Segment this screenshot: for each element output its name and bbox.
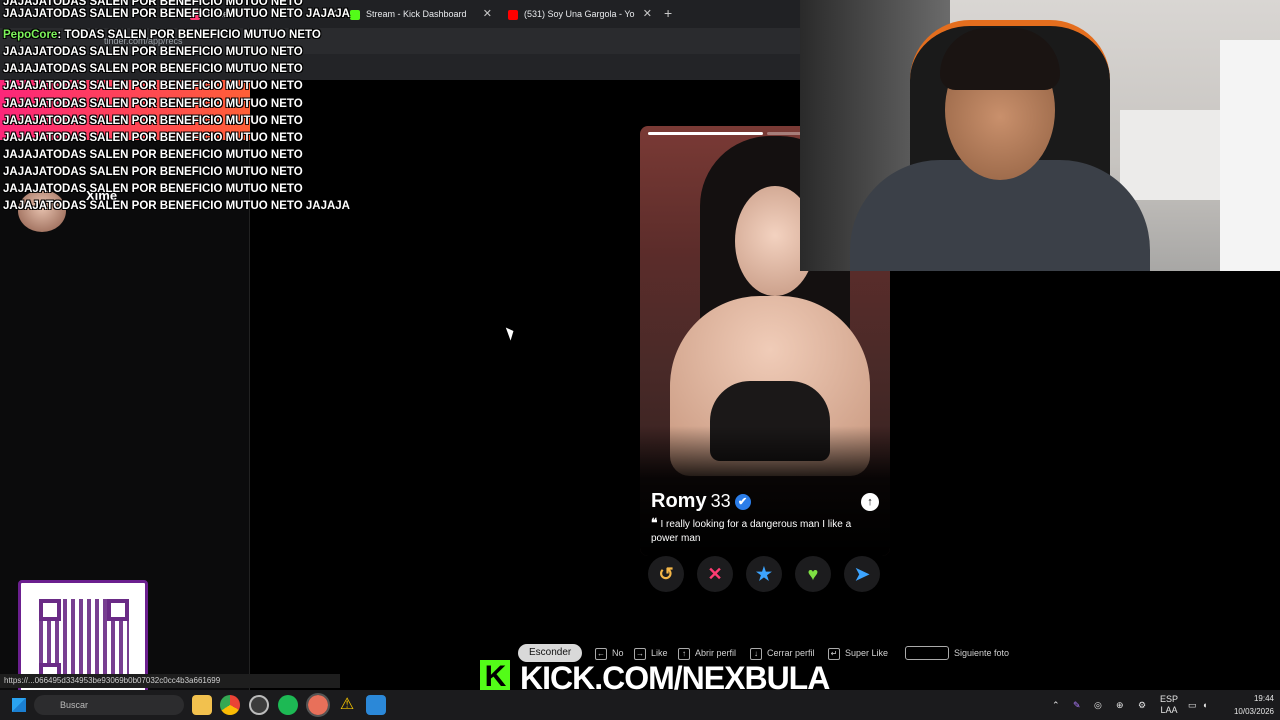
chat-message: JAJAJATODAS SALEN POR BENEFICIO MUTUO NE… bbox=[3, 98, 303, 110]
network-icon[interactable]: ▭ bbox=[1188, 690, 1197, 720]
left-arrow-key-icon: ← bbox=[595, 647, 607, 660]
profile-bio: ❝ I really looking for a dangerous man I … bbox=[651, 516, 852, 544]
kick-favicon-icon bbox=[350, 9, 360, 20]
chat-message: JAJAJATODAS SALEN POR BENEFICIO MUTUO NE… bbox=[3, 63, 303, 75]
shortcut-super-like: ↵ Super Like bbox=[828, 647, 888, 660]
close-tab-icon[interactable]: ✕ bbox=[643, 4, 652, 24]
rewind-icon: ↺ bbox=[658, 564, 674, 584]
spotify-icon[interactable] bbox=[278, 695, 298, 715]
up-arrow-key-icon: ↑ bbox=[678, 647, 690, 660]
taskbar-clock[interactable]: 19:44 10/03/2026 bbox=[1218, 692, 1274, 718]
like-button[interactable]: ♥ bbox=[795, 556, 831, 592]
volume-icon[interactable]: ◖ bbox=[1202, 690, 1207, 720]
app-window-icon[interactable] bbox=[366, 695, 386, 715]
pen-icon[interactable]: ✎ bbox=[1073, 690, 1081, 720]
link-status-bar: https://...066495d334953be93069b0b07032c… bbox=[0, 674, 340, 688]
tray-overflow-icon[interactable]: ⌃ bbox=[1052, 690, 1060, 720]
qr-corner-marker bbox=[39, 599, 61, 621]
send-icon: ➤ bbox=[854, 564, 870, 584]
chat-message: PepoCore: TODAS SALEN POR BENEFICIO MUTU… bbox=[3, 29, 321, 41]
rewind-button[interactable]: ↺ bbox=[648, 556, 684, 592]
screen: Tinder ✕ Stream - Kick Dashboard ✕ (531)… bbox=[0, 0, 1280, 720]
open-profile-info-icon[interactable]: ↑ bbox=[861, 493, 879, 511]
shortcut-next-photo: Siguiente foto bbox=[954, 648, 1010, 658]
shortcut-open-profile: ↑ Abrir perfil bbox=[678, 647, 736, 660]
tray-app-icon[interactable]: ⊕ bbox=[1116, 690, 1124, 720]
language-indicator[interactable]: ESP LAA bbox=[1160, 694, 1178, 716]
close-icon: ✕ bbox=[707, 564, 723, 584]
chat-message: JAJAJATODAS SALEN POR BENEFICIO MUTUO NE… bbox=[3, 183, 303, 195]
space-key-icon bbox=[905, 646, 949, 660]
chat-username: PepoCore bbox=[3, 29, 58, 41]
mouse-cursor-icon bbox=[505, 325, 517, 341]
windows-taskbar: Buscar ⚠ ⌃ ✎ ◎ ⊕ ⚙ ESP LAA ▭ ◖ 19:44 10/… bbox=[0, 690, 1280, 720]
chat-message: JAJAJATODAS SALEN POR BENEFICIO MUTUO NE… bbox=[3, 46, 303, 58]
taskbar-search[interactable]: Buscar bbox=[34, 695, 184, 715]
tab-youtube[interactable]: (531) Soy Una Gargola - Yo ✕ bbox=[508, 4, 652, 24]
tab-label: Stream - Kick Dashboard bbox=[366, 9, 467, 19]
profile-name-row: Romy 33 ✔ bbox=[651, 490, 751, 513]
shortcut-close-profile: ↓ Cerrar perfil bbox=[750, 647, 815, 660]
file-explorer-icon[interactable] bbox=[192, 695, 212, 715]
chat-message: JAJAJATODAS SALEN POR BENEFICIO MUTUO NE… bbox=[3, 149, 303, 161]
down-arrow-key-icon: ↓ bbox=[750, 647, 762, 660]
heart-icon: ♥ bbox=[807, 564, 819, 584]
obs-icon[interactable] bbox=[249, 695, 269, 715]
windows-start-icon[interactable] bbox=[12, 698, 26, 712]
quote-icon: ❝ bbox=[651, 516, 658, 530]
tab-kick-dashboard[interactable]: Stream - Kick Dashboard ✕ bbox=[350, 4, 492, 24]
shortcut-no: ← No bbox=[595, 647, 624, 660]
verified-badge-icon: ✔ bbox=[734, 494, 751, 510]
star-icon: ★ bbox=[755, 564, 773, 584]
tray-app-icon[interactable]: ⚙ bbox=[1138, 690, 1146, 720]
chat-message: JAJAJATODAS SALEN POR BENEFICIO MUTUO NE… bbox=[3, 115, 303, 127]
webcam-shelf bbox=[1220, 40, 1280, 271]
youtube-favicon-icon bbox=[508, 9, 518, 20]
close-tab-icon[interactable]: ✕ bbox=[483, 4, 492, 24]
new-tab-button[interactable]: + bbox=[664, 4, 672, 22]
right-arrow-key-icon: → bbox=[634, 647, 646, 660]
profile-age: 33 bbox=[710, 491, 731, 511]
boost-button[interactable]: ➤ bbox=[844, 556, 880, 592]
chat-message: JAJAJATODAS SALEN POR BENEFICIO MUTUO NE… bbox=[3, 166, 303, 178]
chat-message: JAJAJATODAS SALEN POR BENEFICIO MUTUO NE… bbox=[3, 0, 303, 8]
nope-button[interactable]: ✕ bbox=[697, 556, 733, 592]
warning-icon[interactable]: ⚠ bbox=[337, 695, 357, 715]
chrome-icon[interactable] bbox=[220, 695, 240, 715]
super-like-button[interactable]: ★ bbox=[746, 556, 782, 592]
enter-key-icon: ↵ bbox=[828, 647, 840, 660]
tray-app-icon[interactable]: ◎ bbox=[1094, 690, 1102, 720]
shortcut-like: → Like bbox=[634, 647, 668, 660]
browser-active-icon[interactable] bbox=[306, 693, 330, 717]
chat-message: JAJAJATODAS SALEN POR BENEFICIO MUTUO NE… bbox=[3, 8, 350, 20]
streamer-hair bbox=[940, 28, 1060, 90]
kick-logo-icon: K bbox=[480, 660, 510, 694]
webcam-overlay bbox=[800, 0, 1280, 271]
chat-message: JAJAJATODAS SALEN POR BENEFICIO MUTUO NE… bbox=[3, 80, 303, 92]
profile-name: Romy bbox=[651, 490, 707, 512]
chat-message: JAJAJATODAS SALEN POR BENEFICIO MUTUO NE… bbox=[3, 200, 350, 212]
photo-indicator[interactable] bbox=[648, 132, 763, 135]
tab-label: (531) Soy Una Gargola - Yo bbox=[524, 9, 635, 19]
swipe-actions: ↺ ✕ ★ ♥ ➤ bbox=[648, 556, 888, 594]
chat-message: JAJAJATODAS SALEN POR BENEFICIO MUTUO NE… bbox=[3, 132, 303, 144]
qr-corner-marker bbox=[107, 599, 129, 621]
